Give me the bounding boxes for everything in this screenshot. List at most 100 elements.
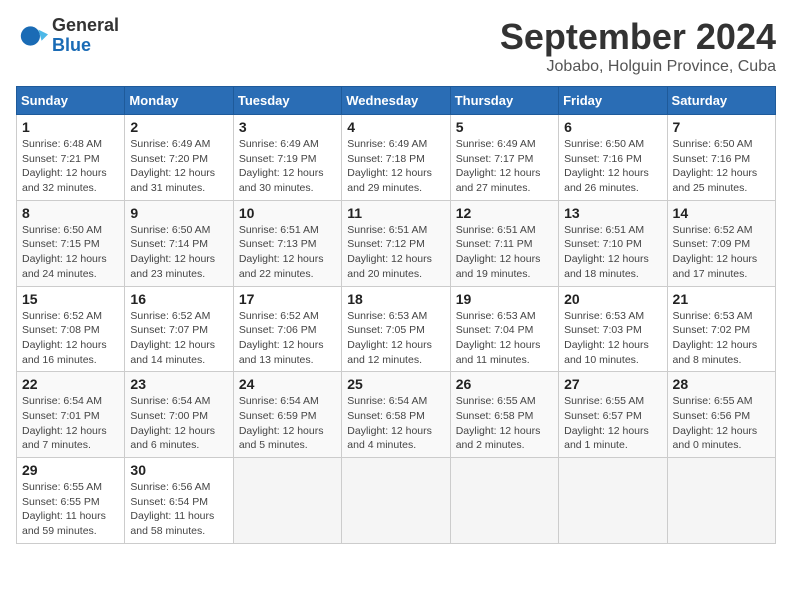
table-row: 2 Sunrise: 6:49 AM Sunset: 7:20 PM Dayli… xyxy=(125,115,233,201)
day-number: 12 xyxy=(456,205,553,221)
month-title: September 2024 xyxy=(500,16,776,58)
calendar-header-row: Sunday Monday Tuesday Wednesday Thursday… xyxy=(17,87,776,115)
day-info: Sunrise: 6:52 AM Sunset: 7:08 PM Dayligh… xyxy=(22,309,119,368)
day-number: 1 xyxy=(22,119,119,135)
page-header: General Blue September 2024 Jobabo, Holg… xyxy=(16,16,776,76)
day-number: 6 xyxy=(564,119,661,135)
table-row: 18 Sunrise: 6:53 AM Sunset: 7:05 PM Dayl… xyxy=(342,286,450,372)
calendar-row: 15 Sunrise: 6:52 AM Sunset: 7:08 PM Dayl… xyxy=(17,286,776,372)
table-row: 30 Sunrise: 6:56 AM Sunset: 6:54 PM Dayl… xyxy=(125,458,233,544)
table-row: 8 Sunrise: 6:50 AM Sunset: 7:15 PM Dayli… xyxy=(17,200,125,286)
day-info: Sunrise: 6:53 AM Sunset: 7:05 PM Dayligh… xyxy=(347,309,444,368)
table-row xyxy=(342,458,450,544)
day-number: 4 xyxy=(347,119,444,135)
table-row: 16 Sunrise: 6:52 AM Sunset: 7:07 PM Dayl… xyxy=(125,286,233,372)
day-info: Sunrise: 6:48 AM Sunset: 7:21 PM Dayligh… xyxy=(22,137,119,196)
day-info: Sunrise: 6:55 AM Sunset: 6:57 PM Dayligh… xyxy=(564,394,661,453)
day-number: 3 xyxy=(239,119,336,135)
table-row: 3 Sunrise: 6:49 AM Sunset: 7:19 PM Dayli… xyxy=(233,115,341,201)
day-info: Sunrise: 6:54 AM Sunset: 7:01 PM Dayligh… xyxy=(22,394,119,453)
table-row: 6 Sunrise: 6:50 AM Sunset: 7:16 PM Dayli… xyxy=(559,115,667,201)
day-info: Sunrise: 6:54 AM Sunset: 6:58 PM Dayligh… xyxy=(347,394,444,453)
day-info: Sunrise: 6:55 AM Sunset: 6:58 PM Dayligh… xyxy=(456,394,553,453)
table-row: 19 Sunrise: 6:53 AM Sunset: 7:04 PM Dayl… xyxy=(450,286,558,372)
table-row: 10 Sunrise: 6:51 AM Sunset: 7:13 PM Dayl… xyxy=(233,200,341,286)
table-row xyxy=(559,458,667,544)
table-row: 22 Sunrise: 6:54 AM Sunset: 7:01 PM Dayl… xyxy=(17,372,125,458)
day-number: 16 xyxy=(130,291,227,307)
table-row: 24 Sunrise: 6:54 AM Sunset: 6:59 PM Dayl… xyxy=(233,372,341,458)
day-number: 14 xyxy=(673,205,770,221)
day-number: 19 xyxy=(456,291,553,307)
day-number: 7 xyxy=(673,119,770,135)
day-number: 20 xyxy=(564,291,661,307)
day-number: 2 xyxy=(130,119,227,135)
day-info: Sunrise: 6:51 AM Sunset: 7:10 PM Dayligh… xyxy=(564,223,661,282)
day-number: 28 xyxy=(673,376,770,392)
day-info: Sunrise: 6:51 AM Sunset: 7:11 PM Dayligh… xyxy=(456,223,553,282)
day-info: Sunrise: 6:55 AM Sunset: 6:56 PM Dayligh… xyxy=(673,394,770,453)
table-row: 17 Sunrise: 6:52 AM Sunset: 7:06 PM Dayl… xyxy=(233,286,341,372)
table-row: 13 Sunrise: 6:51 AM Sunset: 7:10 PM Dayl… xyxy=(559,200,667,286)
table-row xyxy=(450,458,558,544)
day-info: Sunrise: 6:53 AM Sunset: 7:03 PM Dayligh… xyxy=(564,309,661,368)
table-row: 11 Sunrise: 6:51 AM Sunset: 7:12 PM Dayl… xyxy=(342,200,450,286)
day-number: 30 xyxy=(130,462,227,478)
logo-text: General Blue xyxy=(52,16,119,56)
day-info: Sunrise: 6:51 AM Sunset: 7:13 PM Dayligh… xyxy=(239,223,336,282)
day-number: 21 xyxy=(673,291,770,307)
table-row xyxy=(233,458,341,544)
table-row: 21 Sunrise: 6:53 AM Sunset: 7:02 PM Dayl… xyxy=(667,286,775,372)
day-number: 13 xyxy=(564,205,661,221)
table-row: 5 Sunrise: 6:49 AM Sunset: 7:17 PM Dayli… xyxy=(450,115,558,201)
day-info: Sunrise: 6:53 AM Sunset: 7:04 PM Dayligh… xyxy=(456,309,553,368)
day-info: Sunrise: 6:50 AM Sunset: 7:16 PM Dayligh… xyxy=(564,137,661,196)
day-info: Sunrise: 6:50 AM Sunset: 7:14 PM Dayligh… xyxy=(130,223,227,282)
location-subtitle: Jobabo, Holguin Province, Cuba xyxy=(500,58,776,76)
day-info: Sunrise: 6:56 AM Sunset: 6:54 PM Dayligh… xyxy=(130,480,227,539)
day-info: Sunrise: 6:51 AM Sunset: 7:12 PM Dayligh… xyxy=(347,223,444,282)
day-info: Sunrise: 6:53 AM Sunset: 7:02 PM Dayligh… xyxy=(673,309,770,368)
calendar-row: 22 Sunrise: 6:54 AM Sunset: 7:01 PM Dayl… xyxy=(17,372,776,458)
day-number: 27 xyxy=(564,376,661,392)
calendar-table: Sunday Monday Tuesday Wednesday Thursday… xyxy=(16,86,776,544)
day-number: 10 xyxy=(239,205,336,221)
table-row: 7 Sunrise: 6:50 AM Sunset: 7:16 PM Dayli… xyxy=(667,115,775,201)
day-info: Sunrise: 6:50 AM Sunset: 7:15 PM Dayligh… xyxy=(22,223,119,282)
table-row: 9 Sunrise: 6:50 AM Sunset: 7:14 PM Dayli… xyxy=(125,200,233,286)
day-number: 11 xyxy=(347,205,444,221)
title-area: September 2024 Jobabo, Holguin Province,… xyxy=(500,16,776,76)
table-row: 4 Sunrise: 6:49 AM Sunset: 7:18 PM Dayli… xyxy=(342,115,450,201)
col-wednesday: Wednesday xyxy=(342,87,450,115)
col-friday: Friday xyxy=(559,87,667,115)
day-info: Sunrise: 6:55 AM Sunset: 6:55 PM Dayligh… xyxy=(22,480,119,539)
day-info: Sunrise: 6:52 AM Sunset: 7:06 PM Dayligh… xyxy=(239,309,336,368)
calendar-row: 29 Sunrise: 6:55 AM Sunset: 6:55 PM Dayl… xyxy=(17,458,776,544)
day-info: Sunrise: 6:52 AM Sunset: 7:07 PM Dayligh… xyxy=(130,309,227,368)
day-info: Sunrise: 6:49 AM Sunset: 7:20 PM Dayligh… xyxy=(130,137,227,196)
day-info: Sunrise: 6:49 AM Sunset: 7:19 PM Dayligh… xyxy=(239,137,336,196)
col-tuesday: Tuesday xyxy=(233,87,341,115)
table-row: 28 Sunrise: 6:55 AM Sunset: 6:56 PM Dayl… xyxy=(667,372,775,458)
logo-icon xyxy=(16,20,48,52)
day-number: 18 xyxy=(347,291,444,307)
day-number: 26 xyxy=(456,376,553,392)
table-row: 15 Sunrise: 6:52 AM Sunset: 7:08 PM Dayl… xyxy=(17,286,125,372)
day-number: 8 xyxy=(22,205,119,221)
day-info: Sunrise: 6:49 AM Sunset: 7:18 PM Dayligh… xyxy=(347,137,444,196)
day-number: 17 xyxy=(239,291,336,307)
day-number: 25 xyxy=(347,376,444,392)
logo-blue-text: Blue xyxy=(52,36,119,56)
col-sunday: Sunday xyxy=(17,87,125,115)
table-row: 12 Sunrise: 6:51 AM Sunset: 7:11 PM Dayl… xyxy=(450,200,558,286)
day-number: 9 xyxy=(130,205,227,221)
table-row: 14 Sunrise: 6:52 AM Sunset: 7:09 PM Dayl… xyxy=(667,200,775,286)
table-row: 20 Sunrise: 6:53 AM Sunset: 7:03 PM Dayl… xyxy=(559,286,667,372)
day-info: Sunrise: 6:54 AM Sunset: 6:59 PM Dayligh… xyxy=(239,394,336,453)
logo-general-text: General xyxy=(52,16,119,36)
col-thursday: Thursday xyxy=(450,87,558,115)
day-info: Sunrise: 6:50 AM Sunset: 7:16 PM Dayligh… xyxy=(673,137,770,196)
day-info: Sunrise: 6:49 AM Sunset: 7:17 PM Dayligh… xyxy=(456,137,553,196)
col-saturday: Saturday xyxy=(667,87,775,115)
day-number: 29 xyxy=(22,462,119,478)
